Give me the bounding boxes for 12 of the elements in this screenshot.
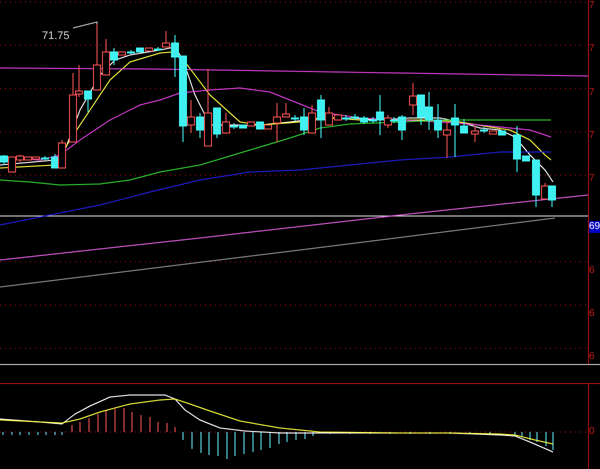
axis-label: 7 bbox=[589, 130, 595, 142]
leader-line bbox=[72, 21, 98, 28]
axis-label: 6 bbox=[589, 308, 595, 320]
axis-label: 7 bbox=[589, 0, 595, 12]
axis-label: 7 bbox=[589, 86, 595, 99]
current-price-tag: 69 bbox=[589, 221, 600, 234]
axis-label: 6 bbox=[589, 264, 595, 277]
axis-label: 6 bbox=[589, 351, 595, 364]
high-price-label: 71.75 bbox=[42, 30, 70, 42]
axis-label: 7 bbox=[589, 43, 595, 56]
axis-label: 7 bbox=[589, 173, 595, 186]
axis-label: 0 bbox=[589, 426, 595, 438]
